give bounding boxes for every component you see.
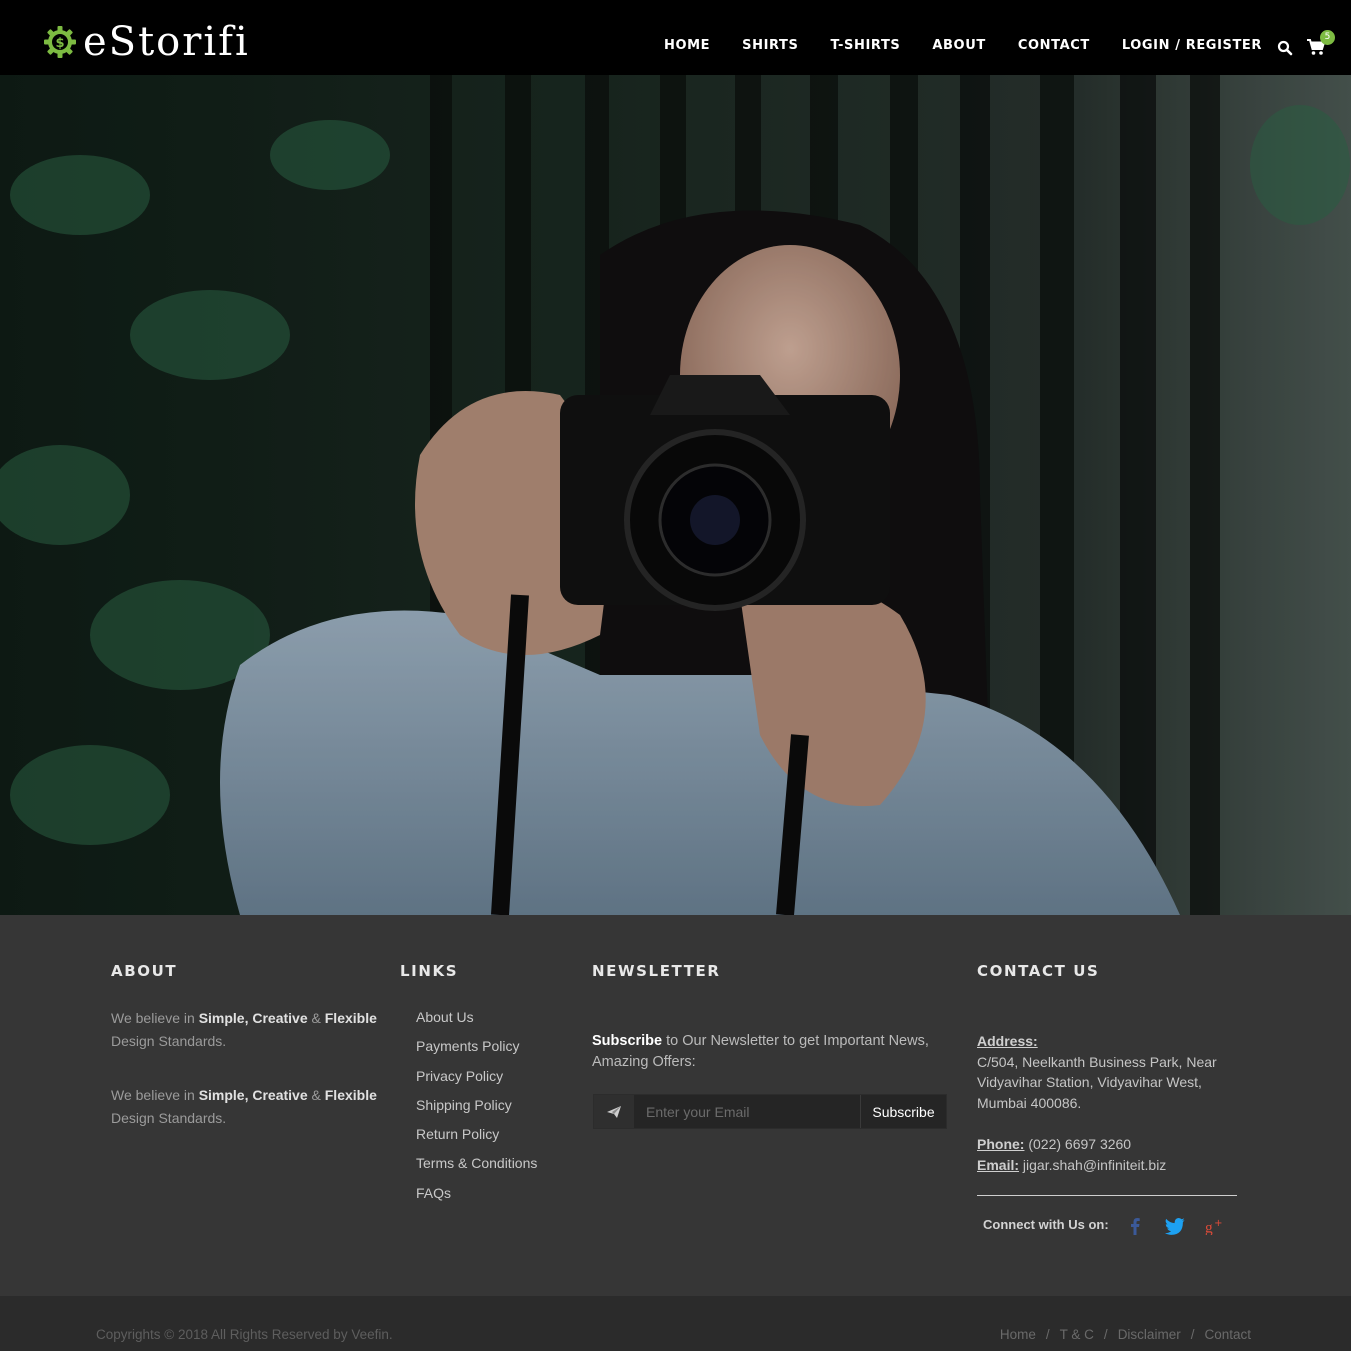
address-label: Address:	[977, 1033, 1038, 1049]
facebook-icon[interactable]	[1125, 1216, 1145, 1236]
about-text-bold: Simple, Creative	[198, 1087, 308, 1103]
phone-label: Phone:	[977, 1136, 1025, 1152]
footer-links-list: About Us Payments Policy Privacy Policy …	[416, 1008, 537, 1213]
about-paragraph: We believe in Simple, Creative & Flexibl…	[111, 1084, 381, 1130]
newsletter-email-input[interactable]	[634, 1095, 860, 1128]
nav-home[interactable]: HOME	[664, 37, 710, 55]
google-plus-icon[interactable]: g +	[1205, 1216, 1225, 1236]
site-footer: ABOUT We believe in Simple, Creative & F…	[0, 915, 1351, 1296]
about-text-bold: Flexible	[324, 1010, 377, 1026]
separator: /	[1103, 1327, 1108, 1342]
about-text-bold: Flexible	[324, 1087, 377, 1103]
list-item: Privacy Policy	[416, 1067, 537, 1096]
separator: /	[1190, 1327, 1195, 1342]
contact-email: Email: jigar.shah@infiniteit.biz	[977, 1155, 1237, 1176]
hero-image	[0, 75, 1351, 915]
svg-text:$: $	[55, 36, 64, 51]
newsletter-form: Subscribe	[593, 1094, 947, 1129]
link-return-policy[interactable]: Return Policy	[416, 1126, 499, 1142]
newsletter-icon-box	[594, 1095, 634, 1128]
footer-about-title: ABOUT	[111, 962, 178, 980]
about-text-amp: &	[307, 1010, 325, 1026]
contact-divider	[977, 1195, 1237, 1196]
woman-with-camera-photo	[0, 75, 1351, 915]
list-item: Terms & Conditions	[416, 1154, 537, 1183]
list-item: Return Policy	[416, 1125, 537, 1154]
address-value: C/504, Neelkanth Business Park, Near Vid…	[977, 1053, 1217, 1111]
list-item: About Us	[416, 1008, 537, 1037]
email-label: Email:	[977, 1157, 1020, 1173]
contact-address: Address: C/504, Neelkanth Business Park,…	[977, 1031, 1237, 1113]
about-text-prefix: We believe in	[111, 1010, 199, 1026]
bottom-link-tc[interactable]: T & C	[1060, 1327, 1094, 1342]
bottom-link-contact[interactable]: Contact	[1204, 1327, 1251, 1342]
site-header: $ eStorifi HOME SHIRTS T-SHIRTS ABOUT CO…	[0, 0, 1351, 75]
bottom-links: Home / T & C / Disclaimer / Contact	[1000, 1327, 1251, 1342]
footer-links-title: LINKS	[400, 962, 459, 980]
nav-shirts[interactable]: SHIRTS	[742, 37, 798, 55]
about-paragraph: We believe in Simple, Creative & Flexibl…	[111, 1007, 381, 1053]
phone-value[interactable]: (022) 6697 3260	[1024, 1136, 1131, 1152]
dollar-gear-icon: $	[44, 26, 76, 58]
svg-text:+: +	[1214, 1218, 1222, 1229]
about-text-suffix: Design Standards.	[111, 1110, 227, 1126]
nav-contact[interactable]: CONTACT	[1018, 37, 1090, 55]
copyright-text: Copyrights © 2018 All Rights Reserved by…	[96, 1327, 393, 1342]
link-privacy-policy[interactable]: Privacy Policy	[416, 1068, 503, 1084]
link-faqs[interactable]: FAQs	[416, 1185, 451, 1201]
newsletter-text-bold: Subscribe	[592, 1033, 663, 1049]
about-text-suffix: Design Standards.	[111, 1033, 227, 1049]
nav-login-register[interactable]: LOGIN / REGISTER	[1122, 37, 1262, 55]
about-text-prefix: We believe in	[111, 1087, 199, 1103]
separator: /	[1045, 1327, 1050, 1342]
footer-newsletter-title: NEWSLETTER	[592, 962, 721, 980]
twitter-icon[interactable]	[1165, 1216, 1185, 1236]
cart-count-badge: 5	[1320, 30, 1335, 45]
contact-phone: Phone: (022) 6697 3260	[977, 1134, 1237, 1155]
newsletter-description: Subscribe to Our Newsletter to get Impor…	[592, 1031, 952, 1073]
brand-name: eStorifi	[83, 19, 250, 65]
bottom-link-disclaimer[interactable]: Disclaimer	[1118, 1327, 1181, 1342]
svg-text:g: g	[1205, 1219, 1213, 1235]
list-item: FAQs	[416, 1184, 537, 1213]
about-text-amp: &	[307, 1087, 325, 1103]
list-item: Payments Policy	[416, 1037, 537, 1066]
about-text-bold: Simple, Creative	[198, 1010, 308, 1026]
list-item: Shipping Policy	[416, 1096, 537, 1125]
email-value[interactable]: jigar.shah@infiniteit.biz	[1019, 1157, 1166, 1173]
nav-t-shirts[interactable]: T-SHIRTS	[831, 37, 901, 55]
nav-about[interactable]: ABOUT	[932, 37, 985, 55]
paper-plane-icon	[607, 1105, 621, 1118]
subscribe-button[interactable]: Subscribe	[860, 1095, 946, 1128]
bottom-bar: Copyrights © 2018 All Rights Reserved by…	[0, 1296, 1351, 1351]
link-about-us[interactable]: About Us	[416, 1009, 474, 1025]
search-icon[interactable]	[1277, 40, 1293, 56]
connect-label: Connect with Us on:	[983, 1217, 1109, 1232]
link-payments-policy[interactable]: Payments Policy	[416, 1038, 519, 1054]
link-terms-conditions[interactable]: Terms & Conditions	[416, 1155, 537, 1171]
link-shipping-policy[interactable]: Shipping Policy	[416, 1097, 512, 1113]
main-nav: HOME SHIRTS T-SHIRTS ABOUT CONTACT LOGIN…	[664, 37, 1262, 55]
bottom-link-home[interactable]: Home	[1000, 1327, 1036, 1342]
footer-contact-title: CONTACT US	[977, 962, 1100, 980]
brand-logo[interactable]: $ eStorifi	[43, 22, 250, 62]
